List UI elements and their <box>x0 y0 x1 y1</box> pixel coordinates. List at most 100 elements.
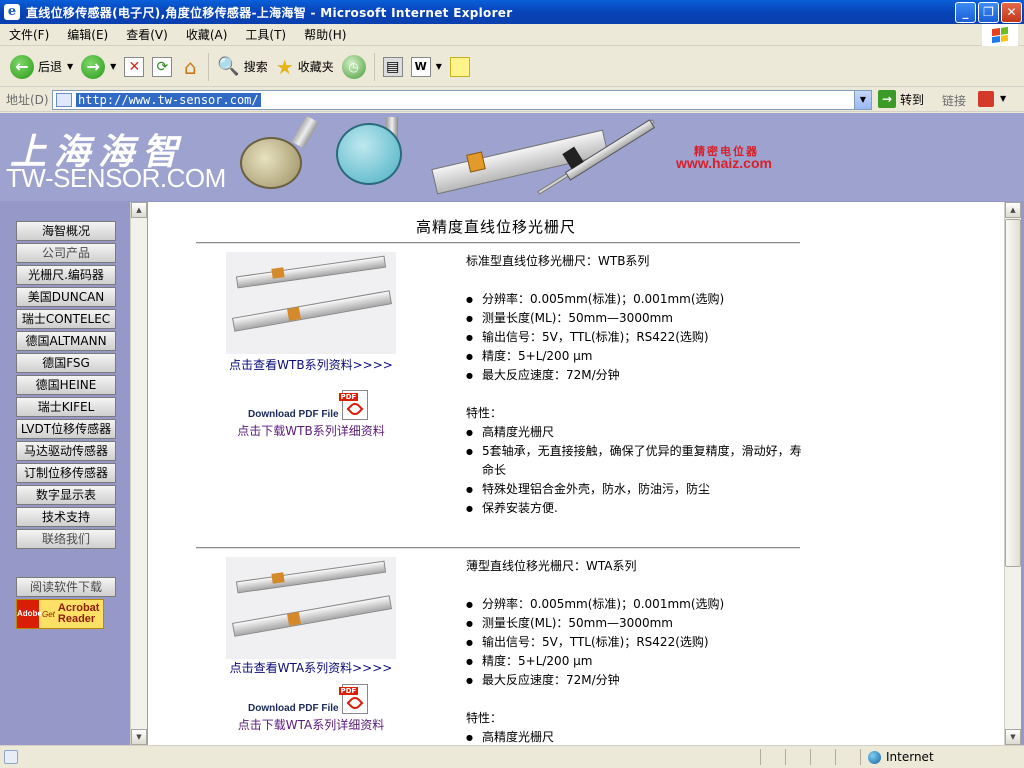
pdf-label: Download PDF File <box>248 409 339 420</box>
nav-kifel[interactable]: 瑞士KIFEL <box>16 397 116 417</box>
search-label: 搜索 <box>243 60 268 74</box>
nav-reader-download[interactable]: 阅读软件下载 <box>16 577 116 597</box>
view-link-wtb[interactable]: 点击查看WTB系列资料>>>> <box>196 356 426 373</box>
main-content: 高精度直线位移光栅尺 点击查看WTB系列资料>>>> Download PDF … <box>148 202 1004 745</box>
links-label[interactable]: 链接 <box>942 92 966 109</box>
nav-duncan[interactable]: 美国DUNCAN <box>16 287 116 307</box>
address-dropdown-icon[interactable]: ▼ <box>854 91 871 109</box>
edit-button[interactable]: W ▼ <box>407 50 446 84</box>
back-dropdown-icon[interactable]: ▼ <box>67 62 73 71</box>
maximize-button[interactable]: ❐ <box>978 2 999 23</box>
forward-button[interactable]: → ▼ <box>77 50 120 84</box>
edit-dropdown-icon[interactable]: ▼ <box>436 62 442 71</box>
spec-item: 分辨率：0.005mm(标准)；0.001mm(选购) <box>466 595 806 614</box>
product-image-wtb[interactable] <box>226 252 396 354</box>
forward-dropdown-icon[interactable]: ▼ <box>110 62 116 71</box>
links-dropdown-icon[interactable]: ▼ <box>1000 94 1006 103</box>
acrobat-reader-badge[interactable]: Adobe Get Acrobat Reader <box>16 599 104 629</box>
history-icon: ◷ <box>341 54 366 79</box>
scroll-up-arrow-icon[interactable]: ▲ <box>131 202 147 218</box>
download-link-wta[interactable]: 点击下载WTA系列详细资料 <box>196 716 426 733</box>
nav-custom-sensor[interactable]: 订制位移传感器 <box>16 463 116 483</box>
favorites-label: 收藏夹 <box>297 60 334 74</box>
rotary-encoder-image <box>336 123 402 185</box>
nav-altmann[interactable]: 德国ALTMANN <box>16 331 116 351</box>
favorites-button[interactable]: ★ 收藏夹 <box>272 50 338 84</box>
nav-grating-encoder[interactable]: 光栅尺.编码器 <box>16 265 116 285</box>
print-button[interactable]: ▤ <box>379 50 407 84</box>
nav-digital-display[interactable]: 数字显示表 <box>16 485 116 505</box>
stop-button[interactable]: ✕ <box>120 50 148 84</box>
history-button[interactable]: ◷ <box>338 50 370 84</box>
nav-motor-sensor[interactable]: 马达驱动传感器 <box>16 441 116 461</box>
scroll-down-arrow-icon[interactable]: ▼ <box>1005 729 1021 745</box>
pdf-label: Download PDF File <box>248 703 339 714</box>
product-image-wta[interactable] <box>226 557 396 659</box>
home-button[interactable]: ⌂ <box>176 50 204 84</box>
feature-item: 保养安装方便. <box>466 499 806 518</box>
content-scrollbar[interactable]: ▲ ▼ <box>1004 202 1021 745</box>
nav-lvdt[interactable]: LVDT位移传感器 <box>16 419 116 439</box>
nav-contact[interactable]: 联络我们 <box>16 529 116 549</box>
menu-file[interactable]: 文件(F) <box>0 26 58 43</box>
scroll-thumb[interactable] <box>1005 219 1021 567</box>
adobe-logo-icon: Adobe <box>17 600 42 628</box>
go-label: 转到 <box>900 92 925 107</box>
menu-favorites[interactable]: 收藏(A) <box>177 26 237 43</box>
links-icon[interactable] <box>978 91 994 107</box>
window-title: 直线位移传感器(电子尺),角度位移传感器-上海海智 - Microsoft In… <box>26 5 513 20</box>
nav-products[interactable]: 公司产品 <box>16 243 116 263</box>
pdf-download-wtb[interactable]: Download PDF File PDF <box>248 390 368 420</box>
nav-overview[interactable]: 海智概况 <box>16 221 116 241</box>
menu-edit[interactable]: 编辑(E) <box>58 26 117 43</box>
banner-url[interactable]: www.haiz.com <box>676 155 772 171</box>
nav-heine[interactable]: 德国HEINE <box>16 375 116 395</box>
address-label: 地址(D) <box>6 93 49 107</box>
acrobat-name-line2: Reader <box>57 613 96 625</box>
go-arrow-icon: → <box>878 90 896 108</box>
note-icon <box>449 56 470 77</box>
spec-item: 最大反应速度：72M/分钟 <box>466 366 806 385</box>
feature-list: 高精度光栅尺 5套轴承，无直接接触，确保了优异的重复精度，滑动好，寿命长 特殊处… <box>466 423 806 518</box>
address-url[interactable]: http://www.tw-sensor.com/ <box>76 93 261 107</box>
nav-fsg[interactable]: 德国FSG <box>16 353 116 373</box>
scroll-down-arrow-icon[interactable]: ▼ <box>131 729 147 745</box>
refresh-button[interactable]: ⟳ <box>148 50 176 84</box>
menu-tools[interactable]: 工具(T) <box>236 26 295 43</box>
spec-item: 输出信号：5V，TTL(标准)；RS422(选购) <box>466 328 806 347</box>
product-title-wta: 薄型直线位移光栅尺：WTA系列 <box>466 559 637 573</box>
page-icon <box>56 93 72 107</box>
discuss-button[interactable] <box>446 50 474 84</box>
spec-item: 测量长度(ML)：50mm—3000mm <box>466 309 806 328</box>
refresh-icon: ⟳ <box>152 56 173 77</box>
spec-item: 分辨率：0.005mm(标准)；0.001mm(选购) <box>466 290 806 309</box>
feature-item: 高精度光栅尺 <box>466 423 806 442</box>
address-field[interactable]: http://www.tw-sensor.com/ ▼ <box>52 90 872 110</box>
pdf-download-wta[interactable]: Download PDF File PDF <box>248 684 368 714</box>
menu-help[interactable]: 帮助(H) <box>295 26 355 43</box>
view-link-wta[interactable]: 点击查看WTA系列资料>>>> <box>196 659 426 676</box>
product-title-wtb: 标准型直线位移光栅尺：WTB系列 <box>466 254 650 268</box>
back-button[interactable]: ← 后退 ▼ <box>6 50 77 84</box>
logo-english: TW-SENSOR.COM <box>6 163 226 193</box>
download-link-wtb[interactable]: 点击下载WTB系列详细资料 <box>196 422 426 439</box>
nav-scrollbar[interactable]: ▲ ▼ <box>130 202 147 745</box>
nav-tech-support[interactable]: 技术支持 <box>16 507 116 527</box>
potentiometer-image <box>240 137 302 189</box>
ie-icon[interactable]: e <box>4 4 20 20</box>
page-status-icon <box>4 750 18 764</box>
scroll-up-arrow-icon[interactable]: ▲ <box>1005 202 1021 218</box>
nav-contelec[interactable]: 瑞士CONTELEC <box>16 309 116 329</box>
go-button[interactable]: → 转到 <box>878 90 924 108</box>
address-bar: 地址(D) http://www.tw-sensor.com/ ▼ → 转到 链… <box>0 88 1024 112</box>
pdf-icon: PDF <box>338 390 368 420</box>
minimize-button[interactable]: _ <box>955 2 976 23</box>
close-button[interactable]: ✕ <box>1001 2 1022 23</box>
search-button[interactable]: 🔍 搜索 <box>213 50 271 84</box>
toolbar-separator <box>373 52 375 81</box>
menu-view[interactable]: 查看(V) <box>117 26 177 43</box>
acrobat-get: Get <box>42 609 55 619</box>
spec-block-wtb: 标准型直线位移光栅尺：WTB系列 分辨率：0.005mm(标准)；0.001mm… <box>466 252 806 518</box>
left-navigation: 海智概况 公司产品 光栅尺.编码器 美国DUNCAN 瑞士CONTELEC 德国… <box>8 221 128 629</box>
status-separator <box>810 749 811 765</box>
